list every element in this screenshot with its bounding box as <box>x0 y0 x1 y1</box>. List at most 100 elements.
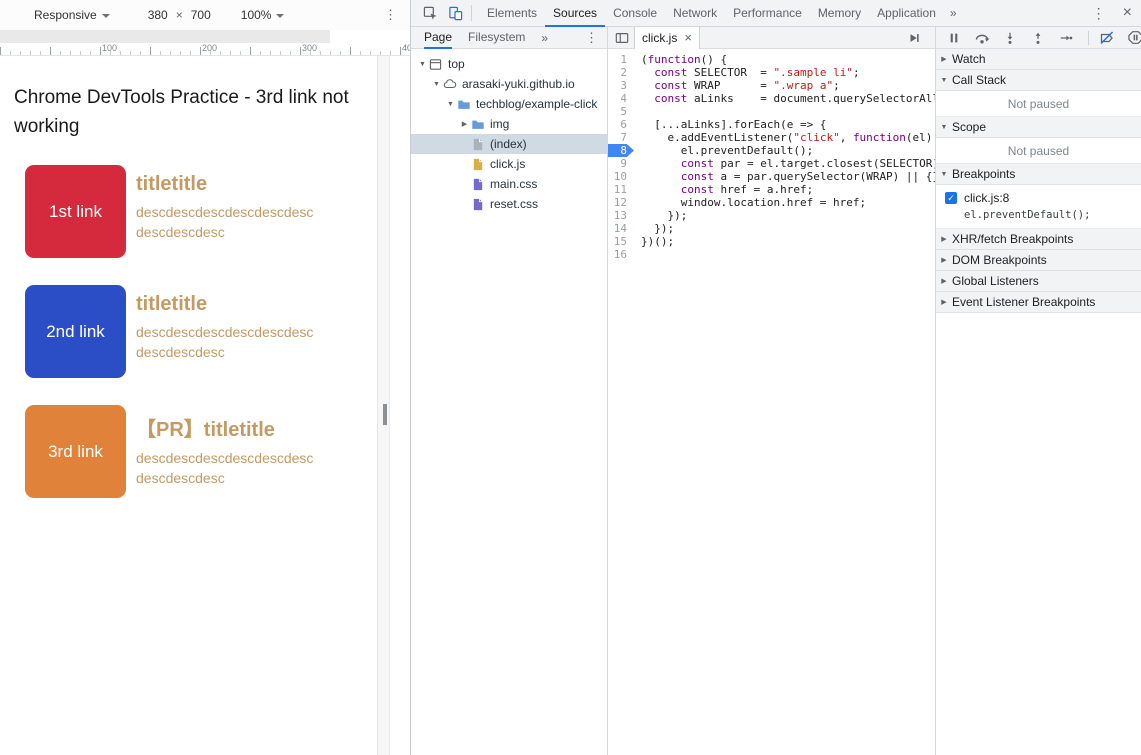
line-number[interactable]: 6 <box>608 118 634 131</box>
debugger-section-header[interactable]: ▶XHR/fetch Breakpoints <box>936 229 1141 250</box>
devtools-menu-icon[interactable]: ⋮ <box>1092 5 1106 22</box>
pause-on-exceptions-icon[interactable] <box>1127 30 1141 46</box>
tree-expander-icon[interactable]: ▼ <box>445 101 456 108</box>
line-number[interactable]: 1 <box>608 53 634 66</box>
line-number[interactable]: 2 <box>608 66 634 79</box>
step-out-icon[interactable] <box>1030 30 1046 46</box>
tree-item-click-js[interactable]: click.js <box>411 154 607 174</box>
device-width-input[interactable]: 380 <box>148 8 168 22</box>
tab-console[interactable]: Console <box>605 0 665 27</box>
link-card-1[interactable]: 1st linktitletitledescdescdescdescdescde… <box>25 165 363 258</box>
debugger-section-label: Event Listener Breakpoints <box>952 295 1095 309</box>
tab-network[interactable]: Network <box>665 0 725 27</box>
link-card-3[interactable]: 3rd link【PR】titletitledescdescdescdescde… <box>25 405 363 498</box>
tree-expander-icon[interactable]: ▼ <box>431 81 442 88</box>
debugger-section-header[interactable]: ▼Scope <box>936 117 1141 138</box>
tab-performance[interactable]: Performance <box>725 0 810 27</box>
debugger-section-header[interactable]: ▶Global Listeners <box>936 271 1141 292</box>
tab-application[interactable]: Application <box>869 0 944 27</box>
tree-item-arasaki-yuki-github-io[interactable]: ▼arasaki-yuki.github.io <box>411 74 607 94</box>
line-number[interactable]: 16 <box>608 248 634 261</box>
line-number[interactable]: 13 <box>608 209 634 222</box>
line-number[interactable]: 7 <box>608 131 634 144</box>
breakpoint-checkbox[interactable]: ✓ <box>945 192 957 204</box>
line-number[interactable]: 3 <box>608 79 634 92</box>
close-tab-icon[interactable]: × <box>684 30 692 45</box>
debugger-section-header[interactable]: ▼Call Stack <box>936 70 1141 91</box>
debugger-section-label: Breakpoints <box>952 167 1015 181</box>
breakpoint-code[interactable]: el.preventDefault(); <box>964 209 1141 221</box>
navigator-toggle-icon[interactable] <box>614 30 630 46</box>
debugger-section-label: Watch <box>952 52 986 66</box>
debugger-section-header[interactable]: ▶DOM Breakpoints <box>936 250 1141 271</box>
code-line: 3 const WRAP = ".wrap a"; <box>608 79 935 92</box>
tree-item-img[interactable]: ▶img <box>411 114 607 134</box>
debugger-section-header[interactable]: ▼Breakpoints <box>936 164 1141 185</box>
code-text: window.location.href = href; <box>634 196 866 209</box>
tree-expander-icon[interactable]: ▼ <box>417 61 428 68</box>
tab-sources[interactable]: Sources <box>545 0 605 27</box>
line-number[interactable]: 15 <box>608 235 634 248</box>
link-card-desc: descdescdesc <box>136 222 313 242</box>
file-tab-clickjs[interactable]: click.js × <box>634 27 700 49</box>
code-line: 10 const a = par.querySelector(WRAP) || … <box>608 170 935 183</box>
navigator-more-tabs-button[interactable]: » <box>541 31 548 45</box>
navigator-tab-filesystem[interactable]: Filesystem <box>468 27 525 49</box>
inspect-element-icon[interactable] <box>421 4 439 22</box>
line-number[interactable]: 4 <box>608 92 634 105</box>
debugger-section-label: Scope <box>952 120 986 134</box>
tab-memory[interactable]: Memory <box>810 0 869 27</box>
line-number[interactable]: 5 <box>608 105 634 118</box>
horizontal-ruler: 100200300400 <box>0 43 410 56</box>
device-height-input[interactable]: 700 <box>191 8 211 22</box>
device-toolbar-toggle-icon[interactable] <box>446 4 464 22</box>
line-number[interactable]: 10 <box>608 170 634 183</box>
more-tabs-button[interactable]: » <box>944 6 963 20</box>
link-card-title: 【PR】titletitle <box>136 413 313 442</box>
script-icon <box>470 157 485 171</box>
file-tab-label: click.js <box>642 31 677 45</box>
tree-item-techblog-example-click[interactable]: ▼techblog/example-click <box>411 94 607 114</box>
step-icon[interactable] <box>1058 30 1074 46</box>
navigator-tab-page[interactable]: Page <box>424 27 452 49</box>
link-card-desc: descdescdesc <box>136 342 313 362</box>
zoom-select[interactable]: 100% <box>241 8 285 22</box>
code-text: (function() { <box>634 53 727 66</box>
deactivate-breakpoints-icon[interactable] <box>1099 30 1115 46</box>
tab-elements[interactable]: Elements <box>479 0 545 27</box>
toggle-debugger-sidebar-icon[interactable] <box>906 30 922 46</box>
divider-drag-handle[interactable] <box>383 404 387 425</box>
line-number[interactable]: 9 <box>608 157 634 170</box>
breakpoint-entry[interactable]: ✓click.js:8 <box>936 189 1141 207</box>
source-code-area[interactable]: 1(function() {2 const SELECTOR = ".sampl… <box>608 49 935 755</box>
tree-item-main-css[interactable]: main.css <box>411 174 607 194</box>
tree-item-label: (index) <box>490 137 527 151</box>
section-expander-icon: ▶ <box>936 298 952 306</box>
navigator-menu-icon[interactable]: ⋮ <box>585 30 598 46</box>
code-text: }); <box>634 209 687 222</box>
step-into-icon[interactable] <box>1002 30 1018 46</box>
code-text: const aLinks = document.querySelectorAll… <box>634 92 935 105</box>
chevron-down-icon <box>276 14 284 18</box>
line-number[interactable]: 11 <box>608 183 634 196</box>
tree-item-reset-css[interactable]: reset.css <box>411 194 607 214</box>
line-number[interactable]: 12 <box>608 196 634 209</box>
debugger-section-header[interactable]: ▶Event Listener Breakpoints <box>936 292 1141 313</box>
code-line: 6 [...aLinks].forEach(e => { <box>608 118 935 131</box>
tree-item--index-[interactable]: (index) <box>411 134 607 154</box>
media-query-bar <box>0 30 330 43</box>
debugger-section-header[interactable]: ▶Watch <box>936 49 1141 70</box>
tree-item-top[interactable]: ▼top <box>411 54 607 74</box>
debugger-section-label: DOM Breakpoints <box>952 253 1047 267</box>
line-number[interactable]: 14 <box>608 222 634 235</box>
link-card-2[interactable]: 2nd linktitletitledescdescdescdescdescde… <box>25 285 363 378</box>
breakpoint-marker[interactable]: 8 <box>608 144 634 157</box>
device-emulation-pane: Responsive 380 × 700 100% ⋮ 100200300400… <box>0 0 410 755</box>
device-mode-select[interactable]: Responsive <box>34 8 110 22</box>
devtools-close-icon[interactable]: × <box>1123 4 1132 22</box>
device-toolbar-menu-icon[interactable]: ⋮ <box>384 7 397 23</box>
ruler-label: 300 <box>302 43 317 53</box>
step-over-icon[interactable] <box>974 30 990 46</box>
pause-script-icon[interactable] <box>946 30 962 46</box>
tree-expander-icon[interactable]: ▶ <box>459 120 470 128</box>
